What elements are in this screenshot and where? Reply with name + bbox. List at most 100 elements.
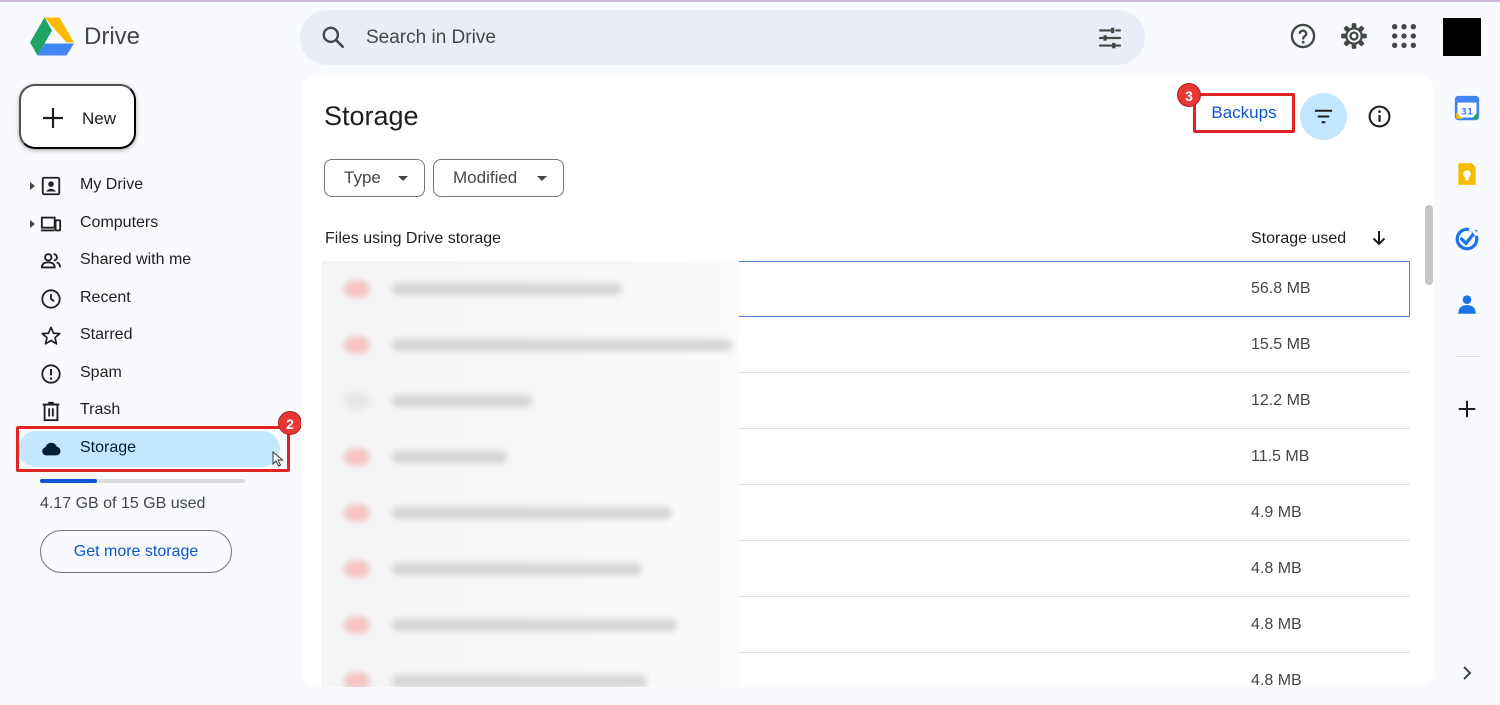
add-addon-icon[interactable]: [1456, 398, 1478, 420]
page-title: Storage: [324, 101, 419, 131]
table-row[interactable]: 11.5 MB: [322, 429, 1410, 485]
sidebar-item-spam[interactable]: Spam: [18, 356, 280, 392]
sidebar-item-recent[interactable]: Recent: [18, 281, 280, 317]
blurred-file-name-area: [322, 373, 739, 429]
drive-logo[interactable]: Drive: [30, 17, 140, 57]
storage-usage-text: 4.17 GB of 15 GB used: [40, 495, 206, 512]
file-list: 56.8 MB 15.5 MB 12.2 MB 11.5 MB 4.9 MB 4.8 MB…: [322, 261, 1410, 687]
window-top-border: [0, 0, 1500, 2]
storage-highlight-box: [16, 426, 290, 472]
sidebar-item-label: Trash: [80, 401, 121, 418]
keep-icon[interactable]: [1454, 161, 1480, 187]
sidebar-item-label: Shared with me: [80, 251, 192, 268]
step-badge-storage: 2: [278, 411, 302, 435]
spam-icon: [41, 364, 61, 384]
table-row[interactable]: 15.5 MB: [322, 317, 1410, 373]
table-row[interactable]: 56.8 MB: [322, 261, 1410, 317]
chevron-right-icon[interactable]: [1460, 664, 1474, 682]
new-button[interactable]: New: [19, 84, 136, 149]
expand-arrow-icon[interactable]: [28, 219, 36, 229]
get-more-storage-button[interactable]: Get more storage: [40, 530, 232, 573]
computers-icon: [40, 216, 62, 232]
file-type-icon: [344, 560, 370, 578]
contacts-icon[interactable]: [1454, 291, 1480, 317]
file-type-icon: [344, 672, 370, 687]
storage-progress-bar: [40, 479, 245, 483]
blurred-file-name-area: [322, 541, 739, 597]
sidebar-item-starred[interactable]: Starred: [18, 318, 280, 354]
type-filter-chip[interactable]: Type: [324, 159, 425, 197]
sidebar-item-my-drive[interactable]: My Drive: [18, 168, 280, 204]
dropdown-arrow-icon: [398, 176, 408, 181]
sidebar-item-label: Recent: [80, 289, 131, 306]
column-header-files: Files using Drive storage: [325, 230, 502, 247]
calendar-day-text: 31: [1461, 108, 1473, 118]
file-size: 4.9 MB: [1251, 504, 1302, 521]
file-name-blurred: [392, 675, 647, 687]
file-name-blurred: [392, 395, 532, 407]
sidebar-item-computers[interactable]: Computers: [18, 206, 280, 242]
blurred-file-name-area: [322, 597, 739, 653]
file-type-icon: [344, 336, 370, 354]
scrollbar-thumb[interactable]: [1425, 205, 1433, 285]
type-filter-label: Type: [344, 168, 381, 187]
modified-filter-label: Modified: [453, 168, 518, 187]
expand-arrow-icon[interactable]: [28, 181, 36, 191]
file-type-icon: [344, 448, 370, 466]
drive-logo-icon: [30, 17, 74, 56]
sidebar-item-trash[interactable]: Trash: [18, 393, 280, 429]
account-avatar[interactable]: [1443, 18, 1481, 56]
file-size: 56.8 MB: [1251, 280, 1311, 297]
settings-icon[interactable]: [1340, 22, 1368, 50]
sidebar-item-label: My Drive: [80, 176, 144, 193]
column-header-storage-used[interactable]: Storage used: [1251, 230, 1346, 248]
file-size: 12.2 MB: [1251, 392, 1311, 409]
new-button-label: New: [82, 109, 117, 128]
sidebar-item-shared-with-me[interactable]: Shared with me: [18, 243, 280, 279]
search-icon[interactable]: [320, 24, 346, 50]
sort-arrow-down-icon[interactable]: [1369, 228, 1389, 248]
app-name: Drive: [84, 23, 141, 50]
storage-progress-fill: [40, 479, 97, 483]
file-name-blurred: [392, 283, 622, 295]
side-panel-divider: [1456, 356, 1480, 357]
sidebar-item-label: Computers: [80, 214, 159, 231]
file-size: 4.8 MB: [1251, 560, 1302, 577]
tune-icon[interactable]: [1097, 25, 1123, 51]
apps-grid-icon[interactable]: [1390, 22, 1418, 50]
filter-icon: [1314, 109, 1333, 124]
search-input[interactable]: Search in Drive: [366, 27, 496, 49]
main-content: Storage Type Modified Backups Files usin…: [301, 75, 1434, 687]
filter-toggle-button[interactable]: [1300, 93, 1347, 140]
table-row[interactable]: 12.2 MB: [322, 373, 1410, 429]
backups-button[interactable]: Backups: [1193, 93, 1295, 133]
dropdown-arrow-icon: [537, 176, 547, 181]
file-type-icon: [344, 392, 370, 410]
file-size: 11.5 MB: [1251, 448, 1310, 465]
blurred-file-name-area: [322, 429, 739, 485]
table-row[interactable]: 4.8 MB: [322, 541, 1410, 597]
file-size: 4.8 MB: [1251, 672, 1302, 687]
file-size: 15.5 MB: [1251, 336, 1311, 353]
tasks-icon[interactable]: [1454, 226, 1480, 252]
file-type-icon: [344, 504, 370, 522]
file-type-icon: [344, 616, 370, 634]
file-name-blurred: [392, 619, 677, 631]
step-badge-backups: 3: [1177, 83, 1201, 107]
modified-filter-chip[interactable]: Modified: [433, 159, 564, 197]
table-row[interactable]: 4.9 MB: [322, 485, 1410, 541]
table-row[interactable]: 4.8 MB: [322, 653, 1410, 687]
sidebar-item-label: Spam: [80, 364, 122, 381]
shared-icon: [40, 253, 62, 269]
blurred-file-name-area: [322, 261, 739, 317]
info-icon[interactable]: [1367, 104, 1392, 129]
blurred-file-name-area: [322, 317, 739, 373]
file-name-blurred: [392, 563, 642, 575]
trash-icon: [42, 401, 60, 422]
calendar-icon[interactable]: 31: [1454, 95, 1480, 121]
table-row[interactable]: 4.8 MB: [322, 597, 1410, 653]
help-icon[interactable]: [1289, 22, 1317, 50]
search-bar[interactable]: Search in Drive: [300, 10, 1145, 65]
star-icon: [41, 326, 61, 345]
clock-icon: [41, 289, 61, 309]
